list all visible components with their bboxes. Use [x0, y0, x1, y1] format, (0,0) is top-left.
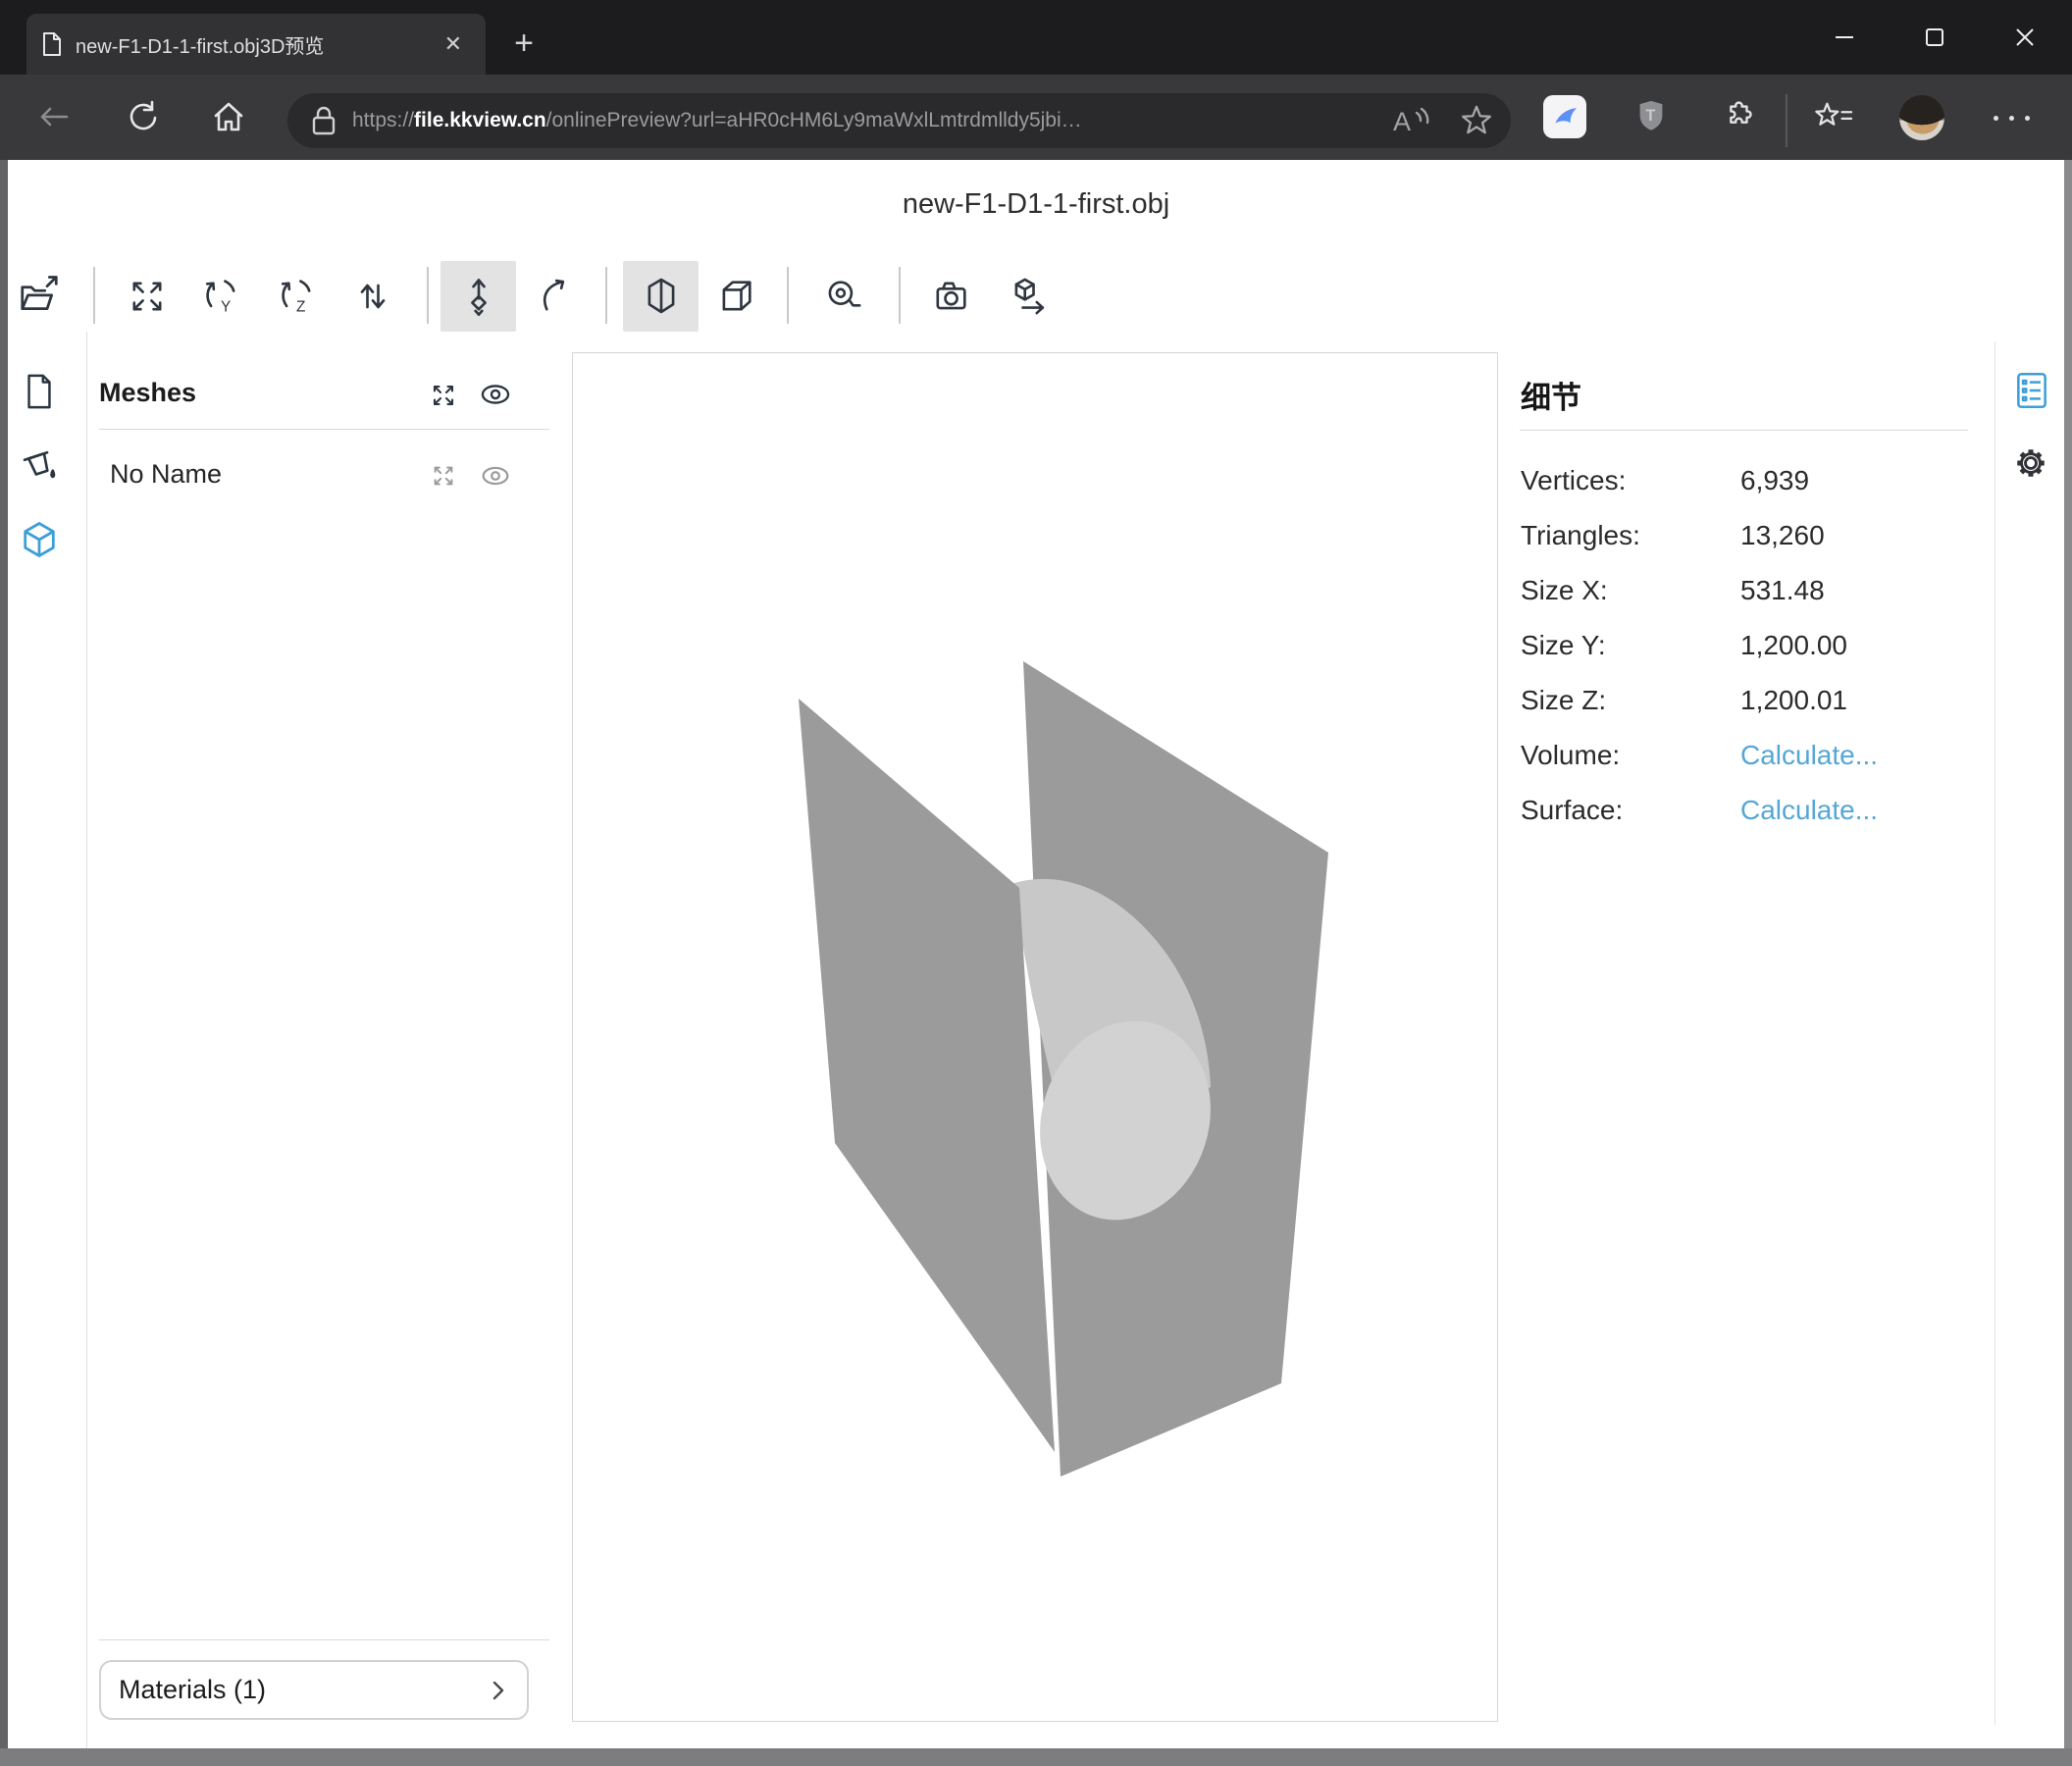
meshes-fit-icon[interactable]: [429, 381, 458, 410]
toolbar-separator: [605, 267, 607, 324]
browser-window: new-F1-D1-1-first.obj3D预览 ✕ +: [0, 0, 2072, 1766]
toolbar-separator: [899, 267, 901, 324]
calculate-surface-link[interactable]: Calculate...: [1740, 795, 1878, 826]
shading-mode-button[interactable]: [623, 261, 699, 332]
toolbar-separator: [1786, 94, 1787, 147]
close-window-button[interactable]: [1995, 10, 2054, 65]
screenshot-button[interactable]: [923, 261, 978, 332]
address-bar[interactable]: https://file.kkview.cn/onlinePreview?url…: [287, 93, 1511, 148]
minimize-button[interactable]: [1815, 10, 1874, 65]
tampermonkey-extension-icon[interactable]: T: [1623, 88, 1680, 145]
measure-button[interactable]: [814, 261, 869, 332]
bounding-box-button[interactable]: [708, 261, 763, 332]
profile-avatar[interactable]: [1899, 95, 1944, 140]
details-row-volume: Volume: Calculate...: [1521, 728, 1969, 783]
details-header: 细节: [1521, 373, 1581, 417]
details-rows: Vertices: 6,939 Triangles: 13,260 Size X…: [1521, 453, 1969, 838]
new-tab-button[interactable]: +: [502, 22, 545, 65]
details-row-size-z: Size Z: 1,200.01: [1521, 673, 1969, 728]
toolbar-separator: [787, 267, 789, 324]
rotate-z-button[interactable]: Z: [269, 261, 324, 332]
tab-favicon-document-icon: [42, 32, 62, 56]
more-menu-button[interactable]: [1988, 104, 2036, 132]
material-bucket-icon[interactable]: [18, 442, 61, 485]
details-row-surface: Surface: Calculate...: [1521, 783, 1969, 838]
turntable-rotate-button[interactable]: [527, 261, 582, 332]
details-row-triangles: Triangles: 13,260: [1521, 508, 1969, 563]
svg-text:Y: Y: [221, 298, 231, 315]
details-row-size-y: Size Y: 1,200.00: [1521, 618, 1969, 673]
maximize-button[interactable]: [1905, 10, 1964, 65]
page-title: new-F1-D1-1-first.obj: [0, 188, 2072, 221]
materials-button-label: Materials (1): [119, 1675, 488, 1705]
svg-text:Z: Z: [296, 298, 305, 315]
open-model-button[interactable]: [12, 261, 67, 332]
url-host: file.kkview.cn: [414, 109, 546, 131]
tab-title: new-F1-D1-1-first.obj3D预览: [76, 30, 423, 59]
tab-close-icon[interactable]: ✕: [437, 29, 470, 59]
read-aloud-icon[interactable]: A: [1391, 101, 1432, 140]
details-row-vertices: Vertices: 6,939: [1521, 453, 1969, 508]
titlebar: new-F1-D1-1-first.obj3D预览 ✕ +: [0, 0, 2072, 75]
settings-gear-icon[interactable]: [2009, 442, 2052, 485]
rotate-y-button[interactable]: Y: [193, 261, 248, 332]
svg-text:T: T: [1645, 107, 1655, 125]
model-render: [573, 353, 1497, 1721]
url-path: /onlinePreview?url=aHR0cHM6Ly9maWxlLmtrd…: [546, 109, 1082, 131]
materials-button[interactable]: Materials (1): [99, 1660, 529, 1720]
calculate-volume-link[interactable]: Calculate...: [1740, 740, 1878, 771]
browser-tab[interactable]: new-F1-D1-1-first.obj3D预览 ✕: [26, 14, 486, 75]
model-viewport[interactable]: [572, 352, 1498, 1722]
meshes-visibility-eye-icon[interactable]: [478, 379, 513, 410]
url-text[interactable]: https://file.kkview.cn/onlinePreview?url…: [352, 109, 1383, 132]
mesh-item-fit-icon[interactable]: [430, 462, 457, 490]
toolbar-separator: [427, 267, 429, 324]
lock-icon[interactable]: [309, 104, 338, 137]
meshes-divider: [99, 429, 549, 430]
mesh-list-item[interactable]: No Name: [110, 459, 222, 490]
home-button[interactable]: [200, 88, 257, 145]
window-edge-left: [0, 160, 8, 1766]
refresh-button[interactable]: [114, 88, 171, 145]
details-row-size-x: Size X: 531.48: [1521, 563, 1969, 618]
details-divider: [1520, 430, 1968, 431]
thunder-extension-icon[interactable]: [1543, 95, 1586, 138]
meshes-header: Meshes: [99, 378, 196, 408]
navbar: https://file.kkview.cn/onlinePreview?url…: [0, 75, 2072, 160]
up-axis-button[interactable]: [440, 261, 516, 332]
left-rail-divider: [86, 332, 87, 1748]
model-cube-icon[interactable]: [18, 518, 61, 561]
export-model-button[interactable]: [1001, 261, 1056, 332]
materials-divider: [99, 1639, 549, 1640]
details-list-icon[interactable]: [2012, 370, 2051, 411]
mesh-item-visibility-eye-icon[interactable]: [479, 461, 512, 491]
flip-vertical-button[interactable]: [345, 261, 400, 332]
favorites-bar-icon[interactable]: [1805, 88, 1862, 145]
add-favorite-star-icon[interactable]: [1458, 102, 1495, 139]
toolbar-separator: [93, 267, 95, 324]
right-rail-divider: [1994, 341, 1995, 1725]
file-info-icon[interactable]: [18, 370, 61, 413]
url-scheme: https://: [352, 109, 414, 131]
chevron-right-icon: [488, 1679, 509, 1702]
fit-view-button[interactable]: [120, 261, 175, 332]
back-button[interactable]: [26, 88, 82, 145]
svg-text:A: A: [1393, 107, 1411, 136]
window-edge-bottom: [0, 1748, 2072, 1766]
extensions-puzzle-icon[interactable]: [1709, 88, 1766, 145]
window-edge-right: [2064, 160, 2072, 1766]
